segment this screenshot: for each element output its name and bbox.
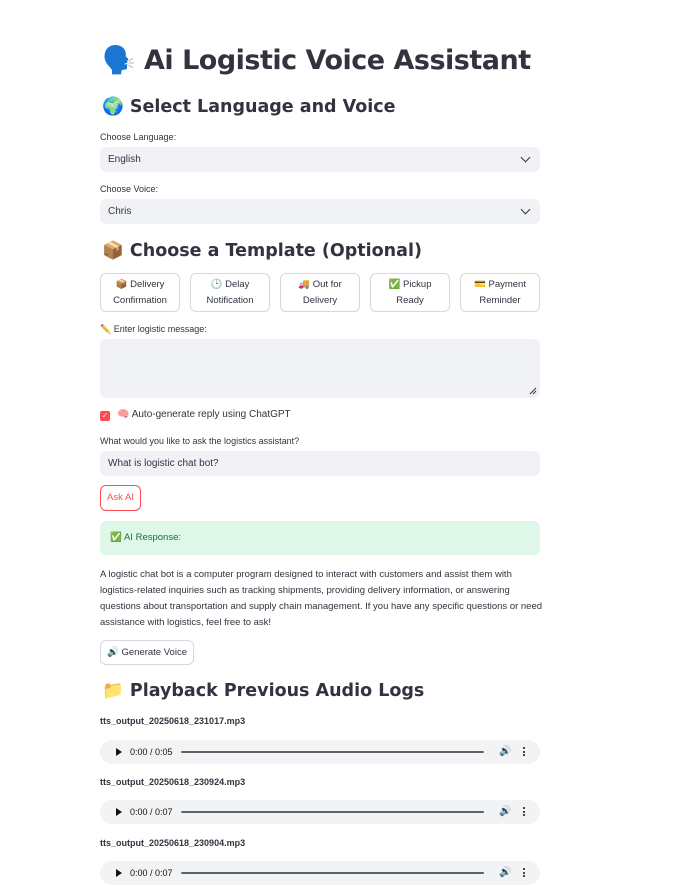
more-options-icon[interactable] <box>523 868 525 879</box>
audio-log-filename: tts_output_20250618_230924.mp3 <box>100 777 246 787</box>
check-mark-icon: ✅ <box>388 279 401 290</box>
speaking-head-icon: 🗣️ <box>102 45 136 76</box>
check-mark-icon: ✅ <box>110 532 122 543</box>
message-textarea[interactable] <box>100 339 540 398</box>
page-title: 🗣️ Ai Logistic Voice Assistant <box>102 44 531 76</box>
audio-time: 0:00 / 0:05 <box>130 747 173 757</box>
template-delivery-confirmation-button[interactable]: 📦 Delivery Confirmation <box>100 273 180 312</box>
audio-log-filename: tts_output_20250618_230904.mp3 <box>100 838 246 848</box>
language-label: Choose Language: <box>100 132 177 142</box>
volume-icon[interactable]: 🔊 <box>499 806 511 818</box>
ask-ai-button[interactable]: Ask AI <box>100 485 141 511</box>
language-select-value: English <box>108 154 141 165</box>
play-icon[interactable] <box>116 808 122 816</box>
ai-response-text: A logistic chat bot is a computer progra… <box>100 569 543 628</box>
chevron-down-icon <box>520 204 531 215</box>
audio-player[interactable]: 0:00 / 0:05 🔊 <box>100 740 540 764</box>
globe-icon: 🌍 <box>102 97 124 117</box>
clock-icon: 🕒 <box>210 279 223 290</box>
audio-player[interactable]: 0:00 / 0:07 🔊 <box>100 861 540 885</box>
folder-icon: 📁 <box>102 681 124 701</box>
template-pickup-ready-button[interactable]: ✅ Pickup Ready <box>370 273 450 312</box>
play-icon[interactable] <box>116 869 122 877</box>
audio-time: 0:00 / 0:07 <box>130 807 173 817</box>
template-delay-notification-button[interactable]: 🕒 Delay Notification <box>190 273 270 312</box>
audio-progress-track[interactable] <box>181 751 484 753</box>
play-icon[interactable] <box>116 748 122 756</box>
generate-voice-button[interactable]: 🔊 Generate Voice <box>100 640 194 665</box>
volume-icon[interactable]: 🔊 <box>499 867 511 879</box>
more-options-icon[interactable] <box>523 807 525 818</box>
brain-icon: 🧠 <box>117 409 130 420</box>
voice-select-value: Chris <box>108 206 132 217</box>
language-section-heading: 🌍 Select Language and Voice <box>102 97 396 117</box>
credit-card-icon: 💳 <box>474 279 486 290</box>
template-section-heading: 📦 Choose a Template (Optional) <box>102 241 422 261</box>
auto-reply-label: 🧠 Auto-generate reply using ChatGPT <box>117 409 291 420</box>
package-icon: 📦 <box>102 241 124 261</box>
package-icon: 📦 <box>115 279 128 290</box>
question-label: What would you like to ask the logistics… <box>100 436 300 446</box>
audio-log-filename: tts_output_20250618_231017.mp3 <box>100 716 246 726</box>
audio-time: 0:00 / 0:07 <box>130 868 173 878</box>
page-title-text: Ai Logistic Voice Assistant <box>144 45 531 76</box>
voice-select[interactable]: Chris <box>100 199 540 224</box>
volume-icon[interactable]: 🔊 <box>499 746 511 758</box>
more-options-icon[interactable] <box>523 747 525 758</box>
audio-progress-track[interactable] <box>181 872 484 874</box>
message-label: ✏️ Enter logistic message: <box>100 324 207 334</box>
auto-reply-checkbox[interactable]: ✓ <box>100 411 110 421</box>
audio-progress-track[interactable] <box>181 811 484 813</box>
chevron-down-icon <box>520 152 531 163</box>
playback-section-heading: 📁 Playback Previous Audio Logs <box>102 681 425 701</box>
audio-player[interactable]: 0:00 / 0:07 🔊 <box>100 800 540 824</box>
template-out-for-delivery-button[interactable]: 🚚 Out for Delivery <box>280 273 360 312</box>
resize-handle-icon[interactable] <box>529 387 537 395</box>
ai-response-banner: ✅ AI Response: <box>100 521 540 555</box>
truck-icon: 🚚 <box>298 279 311 290</box>
pencil-icon: ✏️ <box>100 324 112 334</box>
question-input[interactable]: What is logistic chat bot? <box>100 451 540 476</box>
speaker-icon: 🔊 <box>107 647 119 658</box>
template-payment-reminder-button[interactable]: 💳 Payment Reminder <box>460 273 540 312</box>
voice-label: Choose Voice: <box>100 184 159 194</box>
language-select[interactable]: English <box>100 147 540 172</box>
